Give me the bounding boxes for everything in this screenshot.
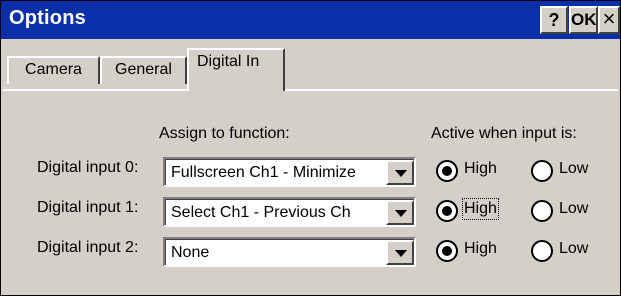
digital-input-1-function-select[interactable]: Select Ch1 - Previous Ch [163, 197, 416, 227]
digital-input-2-function-select[interactable]: None [163, 237, 416, 267]
assign-header: Assign to function: [159, 125, 290, 142]
radio-label-high: High [464, 240, 497, 257]
options-dialog: Options ? OK × Camera General Digital In… [0, 0, 621, 296]
active-header: Active when input is: [431, 125, 577, 142]
select-value: Select Ch1 - Previous Ch [171, 204, 351, 221]
radio-label-high: High [462, 198, 499, 220]
digital-input-0-low-radio[interactable] [531, 160, 553, 182]
digital-input-0-high-radio[interactable] [436, 160, 458, 182]
digital-input-1-label: Digital input 1: [37, 199, 139, 216]
tab-strip: Camera General Digital In [1, 39, 620, 91]
tab-camera[interactable]: Camera [7, 56, 100, 84]
digital-input-0-function-select[interactable]: Fullscreen Ch1 - Minimize [163, 157, 416, 187]
digital-in-panel: Assign to function: Active when input is… [3, 89, 618, 293]
radio-label-low: Low [559, 240, 589, 257]
radio-label-low: Low [559, 160, 589, 177]
digital-input-2-high-radio[interactable] [436, 240, 458, 262]
tab-digital-in[interactable]: Digital In [187, 48, 285, 91]
radio-label-low: Low [559, 200, 589, 217]
digital-input-2-low-radio[interactable] [531, 240, 553, 262]
help-button[interactable]: ? [540, 6, 568, 34]
window-title: Options [9, 7, 86, 29]
select-value: Fullscreen Ch1 - Minimize [171, 164, 356, 181]
ok-button[interactable]: OK [569, 6, 598, 34]
title-bar: Options ? OK × [1, 1, 620, 39]
chevron-down-icon[interactable] [386, 200, 414, 225]
digital-input-0-label: Digital input 0: [37, 159, 139, 176]
digital-input-2-label: Digital input 2: [37, 239, 139, 256]
digital-input-1-low-radio[interactable] [531, 200, 553, 222]
chevron-down-icon[interactable] [386, 240, 414, 265]
radio-label-high: High [464, 160, 497, 177]
close-button[interactable]: × [598, 6, 620, 34]
select-value: None [171, 244, 210, 261]
tab-general[interactable]: General [100, 56, 187, 84]
digital-input-1-high-radio[interactable] [436, 200, 458, 222]
chevron-down-icon[interactable] [386, 160, 414, 185]
